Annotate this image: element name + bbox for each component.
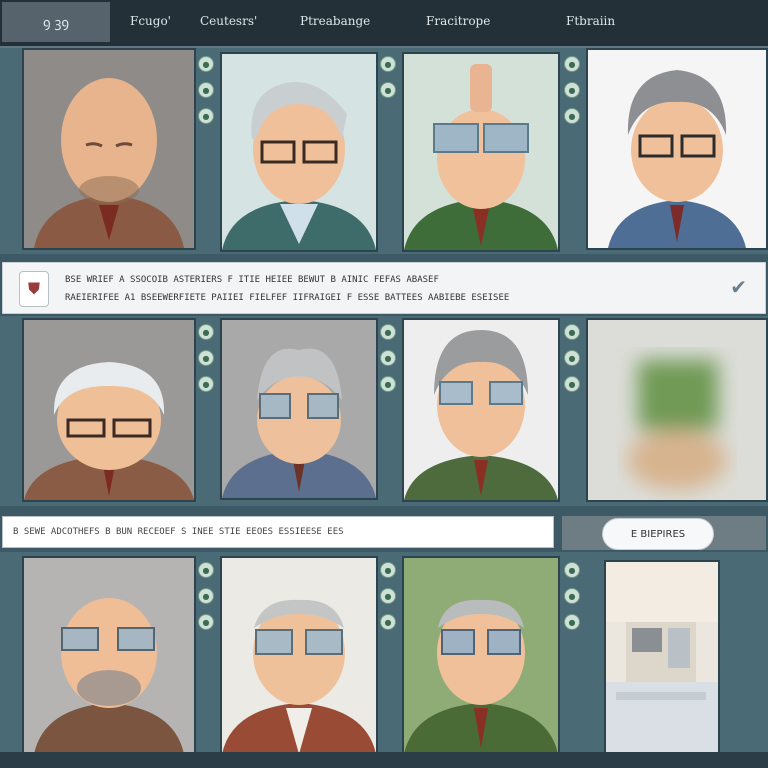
avatar-bearded-glasses-man (24, 558, 194, 754)
avatar-glasses-man (222, 54, 376, 250)
action-icon-1c[interactable]: ● (198, 108, 214, 124)
action-icon-5b[interactable]: ● (198, 350, 214, 366)
card-6-actions: ● ● ● (378, 320, 398, 392)
info-line-1: BSE WRIEF A SSOCOIB ASTERIERS F ITIE HEI… (65, 275, 439, 285)
action-icon-2a[interactable]: ● (380, 56, 396, 72)
action-icon-11c[interactable]: ● (564, 614, 580, 630)
nav-tab-5[interactable]: Ftbraiin (566, 14, 615, 28)
avatar-mohawk-man (404, 54, 558, 250)
profile-card-4[interactable] (586, 48, 768, 250)
card-2-actions: ● ● (378, 52, 398, 98)
profile-card-2[interactable] (220, 52, 378, 252)
profile-card-5[interactable] (22, 318, 196, 502)
nav-tab-1[interactable]: Fcugo' (130, 14, 171, 28)
action-icon-5c[interactable]: ● (198, 376, 214, 392)
card-1-actions: ● ● ● (196, 52, 216, 124)
action-icon-7a[interactable]: ● (564, 324, 580, 340)
info-bar: ⛊ BSE WRIEF A SSOCOIB ASTERIERS F ITIE H… (2, 262, 766, 314)
card-7-actions: ● ● ● (562, 320, 582, 392)
nav-tab-3[interactable]: Ptreabange (300, 14, 370, 28)
app-logo[interactable]: ꝯ ꝫꝯ (2, 2, 110, 42)
profile-card-6[interactable] (220, 318, 378, 500)
action-icon-9a[interactable]: ● (198, 562, 214, 578)
profile-card-3[interactable] (402, 52, 560, 252)
avatar-silver-hair-man (404, 320, 558, 500)
action-icon-2b[interactable]: ● (380, 82, 396, 98)
profile-card-9[interactable] (22, 556, 196, 756)
action-icon-3a[interactable]: ● (564, 56, 580, 72)
avatar-green-bg-man (404, 558, 558, 754)
shield-icon: ⛊ (19, 271, 49, 307)
avatar-gray-hair-man (588, 50, 766, 248)
card-3-actions: ● ● ● (562, 52, 582, 124)
room-scene-image (606, 562, 718, 754)
action-button[interactable]: E BIEPIRES (602, 518, 714, 550)
avatar-brown-jacket-man (222, 558, 376, 754)
profile-card-10[interactable] (220, 556, 378, 756)
action-icon-1a[interactable]: ● (198, 56, 214, 72)
avatar-bald-man (24, 50, 194, 248)
info-line-2: RAEIERIFEE A1 BSEEWERFIETE PAIIEI FIELFE… (65, 293, 510, 303)
profile-card-8-blurred[interactable] (586, 318, 768, 502)
action-icon-7c[interactable]: ● (564, 376, 580, 392)
action-icon-7b[interactable]: ● (564, 350, 580, 366)
action-icon-1b[interactable]: ● (198, 82, 214, 98)
logo-text: ꝯ ꝫꝯ (42, 16, 70, 31)
card-9-actions: ● ● ● (196, 558, 216, 630)
profile-card-7[interactable] (402, 318, 560, 502)
card-10-actions: ● ● ● (378, 558, 398, 630)
bottom-strip (0, 752, 768, 768)
top-nav-bar: ꝯ ꝫꝯ Fcugo' Ceutesrs' Ptreabange Fracitr… (0, 0, 768, 48)
action-icon-10a[interactable]: ● (380, 562, 396, 578)
avatar-messy-hair-man (222, 320, 376, 498)
card-5-actions: ● ● ● (196, 320, 216, 392)
action-icon-6b[interactable]: ● (380, 350, 396, 366)
avatar-blurred (588, 320, 766, 500)
action-icon-3c[interactable]: ● (564, 108, 580, 124)
action-icon-6c[interactable]: ● (380, 376, 396, 392)
action-icon-11a[interactable]: ● (564, 562, 580, 578)
profile-card-11[interactable] (402, 556, 560, 756)
action-icon-10b[interactable]: ● (380, 588, 396, 604)
profile-card-1[interactable] (22, 48, 196, 250)
nav-tab-2[interactable]: Ceutesrs' (200, 14, 257, 28)
action-icon-9c[interactable]: ● (198, 614, 214, 630)
card-11-actions: ● ● ● (562, 558, 582, 630)
action-icon-6a[interactable]: ● (380, 324, 396, 340)
nav-tab-4[interactable]: Fracitrope (426, 14, 490, 28)
search-input[interactable]: B SEWE ADCOTHEFS B BUN RECEOEF S INEE ST… (2, 516, 554, 548)
action-icon-11b[interactable]: ● (564, 588, 580, 604)
action-icon-3b[interactable]: ● (564, 82, 580, 98)
action-icon-10c[interactable]: ● (380, 614, 396, 630)
scene-card-room[interactable] (604, 560, 720, 756)
checkmark-icon[interactable]: ✔ (730, 275, 747, 299)
action-icon-9b[interactable]: ● (198, 588, 214, 604)
action-icon-5a[interactable]: ● (198, 324, 214, 340)
avatar-white-hair-man (24, 320, 194, 500)
